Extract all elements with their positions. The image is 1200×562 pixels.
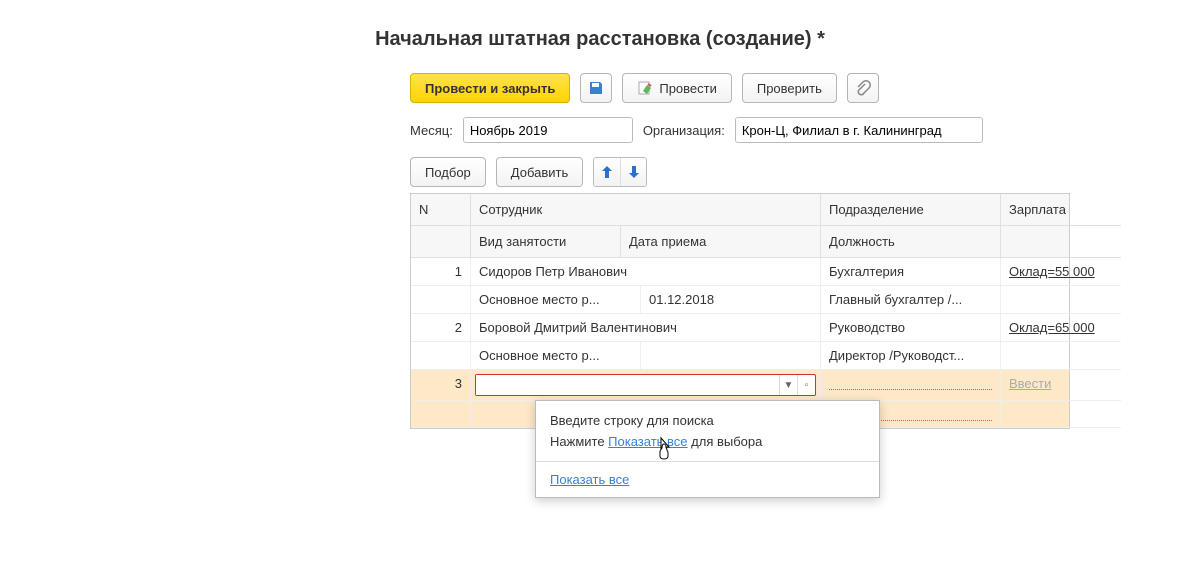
table-row[interactable]: 2 Боровой Дмитрий Валентинович Руководст…: [411, 314, 1069, 342]
cell-hire-date: [641, 342, 821, 370]
arrow-down-icon: [628, 165, 640, 179]
col-employment-type: Вид занятости: [471, 226, 621, 258]
popup-for-select-label: для выбора: [688, 434, 763, 449]
post-icon: [637, 80, 653, 96]
sub-empty: [411, 286, 471, 314]
open-button[interactable]: ▫: [797, 375, 815, 395]
employee-lookup-field[interactable]: ▼ ▫: [475, 374, 816, 396]
cell-employee: Сидоров Петр Иванович: [471, 258, 821, 286]
org-label: Организация:: [643, 123, 725, 138]
month-input[interactable]: [464, 118, 633, 142]
dropdown-button[interactable]: ▼: [779, 375, 797, 395]
move-buttons: [593, 157, 647, 187]
sub-empty: [411, 401, 471, 428]
table-subrow[interactable]: Основное место р... 01.12.2018 Главный б…: [411, 286, 1069, 314]
table-row-active[interactable]: 3 ▼ ▫ Введите строку для поиска Нажм: [411, 370, 1069, 401]
chevron-down-icon: ▼: [784, 380, 794, 391]
table-subrow[interactable]: Основное место р... Директор /Руководст.…: [411, 342, 1069, 370]
add-button[interactable]: Добавить: [496, 157, 583, 187]
move-down-button[interactable]: [620, 158, 646, 186]
page-title: Начальная штатная расстановка (создание)…: [130, 28, 1070, 51]
col-employee: Сотрудник: [471, 194, 821, 226]
sub-empty2: [1001, 342, 1121, 370]
cell-dept: Руководство: [821, 314, 1001, 342]
pick-button[interactable]: Подбор: [410, 157, 486, 187]
cell-employment-type: Основное место р...: [471, 342, 641, 370]
popup-search-hint: Введите строку для поиска: [550, 413, 865, 428]
arrow-up-icon: [601, 165, 613, 179]
check-button[interactable]: Проверить: [742, 73, 837, 103]
col-position: Должность: [821, 226, 1001, 258]
col-salary: Зарплата: [1001, 194, 1121, 226]
cell-position: Главный бухгалтер /...: [821, 286, 1001, 314]
table-toolbar: Подбор Добавить: [410, 157, 1070, 187]
month-label: Месяц:: [410, 123, 453, 138]
cell-dept: Бухгалтерия: [821, 258, 1001, 286]
post-button[interactable]: Провести: [622, 73, 732, 103]
sub-empty2: [1001, 401, 1121, 428]
cell-employee: Боровой Дмитрий Валентинович: [471, 314, 821, 342]
cell-salary[interactable]: Оклад=55 000: [1009, 264, 1095, 279]
popup-show-all-link[interactable]: Показать все: [550, 472, 629, 487]
cell-position: Директор /Руководст...: [821, 342, 1001, 370]
move-up-button[interactable]: [594, 158, 620, 186]
sub-empty2: [1001, 226, 1121, 258]
attach-button[interactable]: [847, 73, 879, 103]
save-button[interactable]: [580, 73, 612, 103]
sub-empty: [411, 342, 471, 370]
grid-subheader: Вид занятости Дата приема Должность: [411, 226, 1069, 258]
popup-show-all-inline-link[interactable]: Показать все: [608, 434, 687, 449]
diskette-icon: [588, 80, 604, 96]
sub-empty2: [1001, 286, 1121, 314]
cell-salary-enter[interactable]: Ввести: [1009, 376, 1051, 391]
table-row[interactable]: 1 Сидоров Петр Иванович Бухгалтерия Окла…: [411, 258, 1069, 286]
open-icon: ▫: [805, 380, 809, 391]
toolbar: Провести и закрыть Провести Проверить: [410, 73, 1070, 103]
col-dept: Подразделение: [821, 194, 1001, 226]
post-and-close-button[interactable]: Провести и закрыть: [410, 73, 570, 103]
org-input[interactable]: [736, 118, 982, 142]
popup-press-label: Нажмите: [550, 434, 608, 449]
cell-n: 2: [411, 314, 471, 342]
employee-lookup-input[interactable]: [476, 375, 779, 395]
grid-header: N Сотрудник Подразделение Зарплата: [411, 194, 1069, 226]
cell-n: 3: [411, 370, 471, 401]
sub-empty: [411, 226, 471, 258]
cell-employee-edit[interactable]: ▼ ▫ Введите строку для поиска Нажмите По…: [471, 370, 821, 401]
cell-hire-date: 01.12.2018: [641, 286, 821, 314]
cell-dept-edit[interactable]: [821, 370, 1001, 401]
cell-n: 1: [411, 258, 471, 286]
lookup-popup: Введите строку для поиска Нажмите Показа…: [535, 400, 880, 498]
col-n: N: [411, 194, 471, 226]
paperclip-icon: [855, 80, 871, 96]
col-hire-date: Дата приема: [621, 226, 821, 258]
cell-salary[interactable]: Оклад=65 000: [1009, 320, 1095, 335]
staff-grid: N Сотрудник Подразделение Зарплата Вид з…: [410, 193, 1070, 429]
form-row: Месяц: ▲ ▼ Организация:: [410, 117, 1070, 143]
post-button-label: Провести: [659, 81, 717, 96]
month-field[interactable]: ▲ ▼: [463, 117, 633, 143]
cell-employment-type: Основное место р...: [471, 286, 641, 314]
org-field[interactable]: [735, 117, 983, 143]
